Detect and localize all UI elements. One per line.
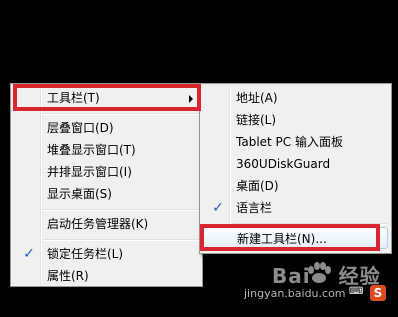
submenu-item-address[interactable]: 地址(A) (203, 87, 388, 109)
menu-item-label: 360UDiskGuard (236, 157, 331, 171)
menu-separator (43, 239, 199, 241)
screen: 工具栏(T) 层叠窗口(D) 堆叠显示窗口(T) 并排显示窗口(I) 显示桌面(… (0, 0, 398, 317)
menu-separator (43, 113, 199, 115)
menu-item-label: 堆叠显示窗口(T) (47, 143, 136, 157)
menu-item-label: Tablet PC 输入面板 (236, 135, 343, 149)
submenu-item-desktop[interactable]: 桌面(D) (203, 175, 388, 197)
submenu-item-360udiskguard[interactable]: 360UDiskGuard (203, 153, 388, 175)
menu-item-label: 地址(A) (236, 91, 278, 105)
submenu-item-language-bar[interactable]: ✓ 语言栏 (203, 197, 388, 219)
watermark-brand: Bai 经验 (272, 260, 381, 289)
submenu-item-links[interactable]: 链接(L) (203, 109, 388, 131)
menu-item-label: 锁定任务栏(L) (47, 247, 124, 261)
watermark-brand-text: Bai (272, 264, 311, 288)
menu-item-label: 并排显示窗口(I) (47, 165, 132, 179)
annotation-highlight-new-toolbar (200, 224, 380, 251)
menu-item-show-desktop[interactable]: 显示桌面(S) (14, 183, 199, 205)
menu-item-label: 显示桌面(S) (47, 187, 112, 201)
menu-item-cascade-windows[interactable]: 层叠窗口(D) (14, 117, 199, 139)
menu-item-label: 启动任务管理器(K) (47, 217, 149, 231)
annotation-highlight-toolbars (13, 84, 201, 111)
menu-item-lock-taskbar[interactable]: ✓ 锁定任务栏(L) (14, 243, 199, 265)
ime-tray-icon[interactable]: S (370, 285, 386, 301)
paw-logo-icon (308, 262, 331, 283)
menu-item-label: 层叠窗口(D) (47, 121, 114, 135)
taskbar-context-menu: 工具栏(T) 层叠窗口(D) 堆叠显示窗口(T) 并排显示窗口(I) 显示桌面(… (10, 83, 203, 287)
taskbar-strip (0, 296, 398, 317)
menu-separator (43, 209, 199, 211)
menu-item-label: 属性(R) (47, 269, 89, 283)
checkmark-icon: ✓ (23, 246, 35, 262)
keyboard-tray-icon[interactable]: ⌨ (349, 285, 363, 299)
checkmark-icon: ✓ (212, 200, 224, 216)
submenu-item-tablet-pc-input[interactable]: Tablet PC 输入面板 (203, 131, 388, 153)
menu-item-label: 桌面(D) (236, 179, 279, 193)
menu-item-properties[interactable]: 属性(R) (14, 265, 199, 287)
menu-item-side-by-side-windows[interactable]: 并排显示窗口(I) (14, 161, 199, 183)
menu-item-stack-windows[interactable]: 堆叠显示窗口(T) (14, 139, 199, 161)
menu-item-label: 语言栏 (236, 201, 273, 215)
menu-item-task-manager[interactable]: 启动任务管理器(K) (14, 213, 199, 235)
menu-item-label: 链接(L) (236, 113, 277, 127)
